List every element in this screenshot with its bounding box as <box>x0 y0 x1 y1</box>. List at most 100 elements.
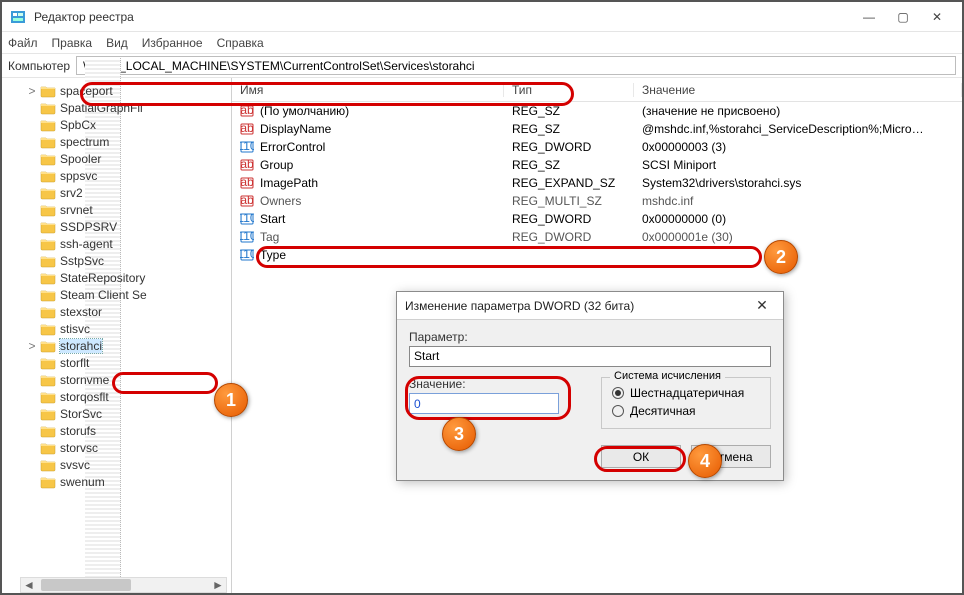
radio-dot-icon <box>612 405 624 417</box>
expander-icon[interactable]: > <box>26 84 38 98</box>
list-row[interactable]: 110Type <box>232 246 962 264</box>
tree-item-label: SpatialGraphFil <box>60 101 143 115</box>
pathbar-label: Компьютер <box>8 59 70 73</box>
menu-help[interactable]: Справка <box>217 36 264 50</box>
menubar: Файл Правка Вид Избранное Справка <box>2 32 962 54</box>
reg-string-icon: ab <box>240 104 254 118</box>
col-value[interactable]: Значение <box>634 83 962 97</box>
value-name: DisplayName <box>260 122 331 136</box>
tree-item-ssh-agent[interactable]: ssh-agent <box>2 235 231 252</box>
value-type: REG_DWORD <box>504 140 634 154</box>
list-row[interactable]: 110ErrorControlREG_DWORD0x00000003 (3) <box>232 138 962 156</box>
tree-item-label: storflt <box>60 356 89 370</box>
tree-item-srv2[interactable]: srv2 <box>2 184 231 201</box>
folder-icon <box>40 101 56 115</box>
tree-item-srvnet[interactable]: srvnet <box>2 201 231 218</box>
list-row[interactable]: ab(По умолчанию)REG_SZ(значение не присв… <box>232 102 962 120</box>
folder-icon <box>40 441 56 455</box>
svg-text:ab: ab <box>240 194 254 207</box>
close-button[interactable]: ✕ <box>920 5 954 29</box>
tree-item-sppsvc[interactable]: sppsvc <box>2 167 231 184</box>
maximize-button[interactable]: ▢ <box>886 5 920 29</box>
value-type: REG_SZ <box>504 122 634 136</box>
tree-item-label: stornvme <box>60 373 109 387</box>
radix-groupbox: Система исчисления Шестнадцатеричная Дес… <box>601 377 771 429</box>
tree-item-ssdpsrv[interactable]: SSDPSRV <box>2 218 231 235</box>
svg-text:ab: ab <box>240 122 254 135</box>
tree-item-storvsc[interactable]: storvsc <box>2 439 231 456</box>
tree-item-label: sppsvc <box>60 169 97 183</box>
value-data: SCSI Miniport <box>634 158 962 172</box>
reg-string-icon: ab <box>240 122 254 136</box>
reg-binary-icon: 110 <box>240 140 254 154</box>
tree-item-storahci[interactable]: >storahci <box>2 337 231 354</box>
tree-item-stornvme[interactable]: stornvme <box>2 371 231 388</box>
tree-item-spatialgraphfil[interactable]: SpatialGraphFil <box>2 99 231 116</box>
value-data: mshdc.inf <box>634 194 962 208</box>
badge-2: 2 <box>764 240 798 274</box>
menu-favorites[interactable]: Избранное <box>142 36 203 50</box>
col-type[interactable]: Тип <box>504 83 634 97</box>
tree-item-spooler[interactable]: Spooler <box>2 150 231 167</box>
tree-item-steam client se[interactable]: Steam Client Se <box>2 286 231 303</box>
tree-item-swenum[interactable]: swenum <box>2 473 231 490</box>
dialog-title: Изменение параметра DWORD (32 бита) <box>405 299 749 313</box>
tree-item-spbcx[interactable]: SpbCx <box>2 116 231 133</box>
reg-binary-icon: 110 <box>240 230 254 244</box>
tree-item-label: SSDPSRV <box>60 220 117 234</box>
scrollbar-thumb[interactable] <box>41 579 131 591</box>
value-input[interactable] <box>409 393 559 414</box>
registry-path-field[interactable]: \HKEY_LOCAL_MACHINE\SYSTEM\CurrentContro… <box>76 56 956 75</box>
folder-icon <box>40 305 56 319</box>
tree-item-sstpsvc[interactable]: SstpSvc <box>2 252 231 269</box>
tree-item-storufs[interactable]: storufs <box>2 422 231 439</box>
registry-tree[interactable]: >spaceport SpatialGraphFil SpbCx spectrumSp… <box>2 78 232 593</box>
reg-binary-icon: 110 <box>240 248 254 262</box>
expander-icon[interactable]: > <box>26 339 38 353</box>
value-type: REG_MULTI_SZ <box>504 194 634 208</box>
window-title: Редактор реестра <box>34 10 852 24</box>
tree-item-storqosflt[interactable]: storqosflt <box>2 388 231 405</box>
tree-item-label: spectrum <box>60 135 109 149</box>
scroll-right-icon[interactable]: ► <box>210 578 226 592</box>
list-row[interactable]: abGroupREG_SZSCSI Miniport <box>232 156 962 174</box>
ok-button[interactable]: ОК <box>601 445 681 468</box>
tree-item-stisvc[interactable]: stisvc <box>2 320 231 337</box>
folder-icon <box>40 390 56 404</box>
svg-text:110: 110 <box>240 140 254 153</box>
tree-item-stexstor[interactable]: stexstor <box>2 303 231 320</box>
tree-item-spaceport[interactable]: >spaceport <box>2 82 231 99</box>
value-type: REG_DWORD <box>504 212 634 226</box>
tree-item-storflt[interactable]: storflt <box>2 354 231 371</box>
tree-item-svsvc[interactable]: svsvc <box>2 456 231 473</box>
minimize-button[interactable]: — <box>852 5 886 29</box>
radix-hex-radio[interactable]: Шестнадцатеричная <box>612 384 760 402</box>
folder-icon <box>40 186 56 200</box>
tree-item-spectrum[interactable]: spectrum <box>2 133 231 150</box>
folder-icon <box>40 152 56 166</box>
dialog-titlebar[interactable]: Изменение параметра DWORD (32 бита) ✕ <box>397 292 783 320</box>
scroll-left-icon[interactable]: ◄ <box>21 578 37 592</box>
list-row[interactable]: 110StartREG_DWORD0x00000000 (0) <box>232 210 962 228</box>
folder-icon <box>40 288 56 302</box>
list-row[interactable]: abImagePathREG_EXPAND_SZSystem32\drivers… <box>232 174 962 192</box>
folder-icon <box>40 220 56 234</box>
tree-item-staterepository[interactable]: StateRepository <box>2 269 231 286</box>
menu-view[interactable]: Вид <box>106 36 128 50</box>
tree-item-label: storufs <box>60 424 96 438</box>
menu-edit[interactable]: Правка <box>52 36 93 50</box>
dialog-close-icon[interactable]: ✕ <box>749 297 775 314</box>
value-name: ErrorControl <box>260 140 325 154</box>
address-bar: Компьютер \HKEY_LOCAL_MACHINE\SYSTEM\Cur… <box>2 54 962 78</box>
value-data: (значение не присвоено) <box>634 104 962 118</box>
radix-dec-radio[interactable]: Десятичная <box>612 402 760 420</box>
menu-file[interactable]: Файл <box>8 36 38 50</box>
radix-legend: Система исчисления <box>610 370 725 382</box>
list-row[interactable]: abDisplayNameREG_SZ@mshdc.inf,%storahci_… <box>232 120 962 138</box>
col-name[interactable]: Имя <box>232 83 504 97</box>
tree-item-storsvc[interactable]: StorSvc <box>2 405 231 422</box>
list-row[interactable]: 110TagREG_DWORD0x0000001e (30) <box>232 228 962 246</box>
tree-item-label: SpbCx <box>60 118 96 132</box>
tree-horizontal-scrollbar[interactable]: ◄ ► <box>20 577 227 593</box>
list-row[interactable]: abOwnersREG_MULTI_SZmshdc.inf <box>232 192 962 210</box>
